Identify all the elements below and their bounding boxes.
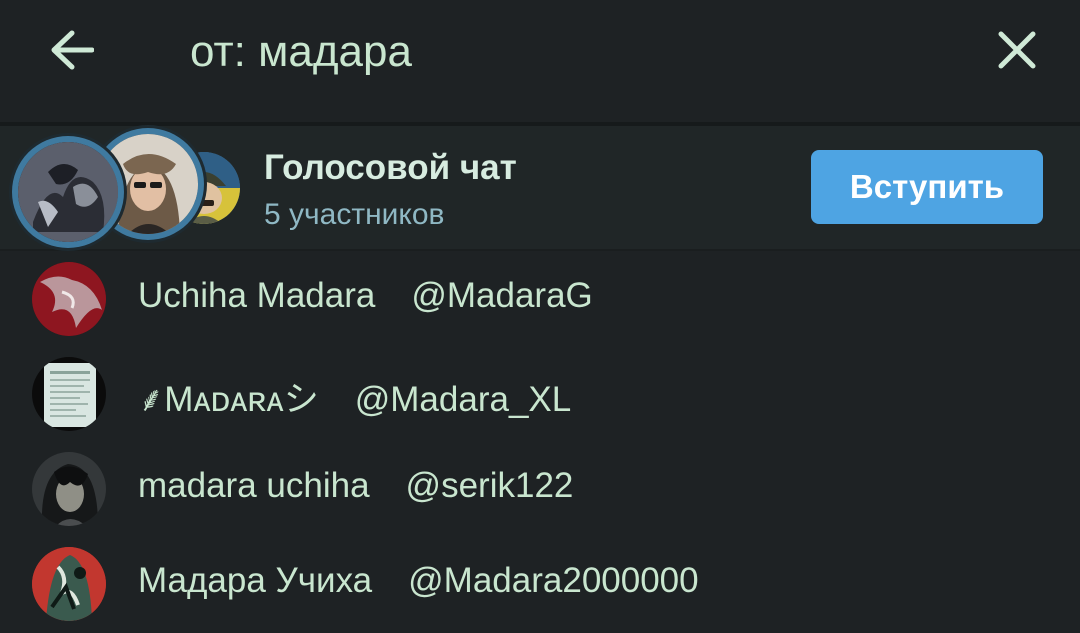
voice-chat-title: Голосовой чат: [264, 148, 517, 187]
result-title: ⸙Mᴀᴅᴀʀᴀシ @Madara_XL: [138, 371, 571, 422]
back-button[interactable]: [40, 20, 104, 80]
voice-chat-banner[interactable]: Голосовой чат 5 участников Вступить: [0, 126, 1080, 250]
avatar: [32, 452, 106, 526]
list-item[interactable]: Мадара Учиха @Madara2000000: [0, 537, 1080, 632]
banner-divider: [0, 249, 1080, 251]
user-handle: @Madara2000000: [408, 561, 699, 600]
list-item[interactable]: ⸙Mᴀᴅᴀʀᴀシ @Madara_XL: [0, 347, 1080, 442]
list-item[interactable]: madara uchiha @serik122: [0, 442, 1080, 537]
avatar: [32, 262, 106, 336]
user-display-name: Uchiha Madara: [138, 276, 376, 315]
clear-search-button[interactable]: [984, 18, 1050, 82]
result-title: Uchiha Madara @MadaraG: [138, 276, 593, 316]
voice-participants-avatars: [18, 134, 243, 242]
avatar: [32, 547, 106, 621]
close-icon: [998, 31, 1036, 69]
user-handle: @MadaraG: [411, 276, 593, 315]
arrow-left-icon: [50, 30, 94, 70]
join-voice-chat-button[interactable]: Вступить: [811, 150, 1043, 224]
user-display-name: madara uchiha: [138, 466, 370, 505]
user-display-name: ⸙Mᴀᴅᴀʀᴀシ: [138, 380, 319, 419]
participant-avatar: [18, 142, 118, 242]
user-handle: @serik122: [405, 466, 574, 505]
avatar: [32, 357, 106, 431]
search-input[interactable]: [190, 22, 950, 82]
user-handle: @Madara_XL: [354, 380, 572, 419]
result-title: madara uchiha @serik122: [138, 466, 573, 506]
voice-chat-participant-count: 5 участников: [264, 198, 445, 231]
result-title: Мадара Учиха @Madara2000000: [138, 561, 699, 601]
list-item[interactable]: Uchiha Madara @MadaraG: [0, 252, 1080, 347]
search-screen: Голосовой чат 5 участников Вступить Uchi…: [0, 0, 1080, 633]
search-results-list: Uchiha Madara @MadaraG ⸙Mᴀᴅᴀʀᴀシ @Madara_…: [0, 252, 1080, 632]
search-toolbar: [0, 0, 1080, 122]
user-display-name: Мадара Учиха: [138, 561, 373, 600]
